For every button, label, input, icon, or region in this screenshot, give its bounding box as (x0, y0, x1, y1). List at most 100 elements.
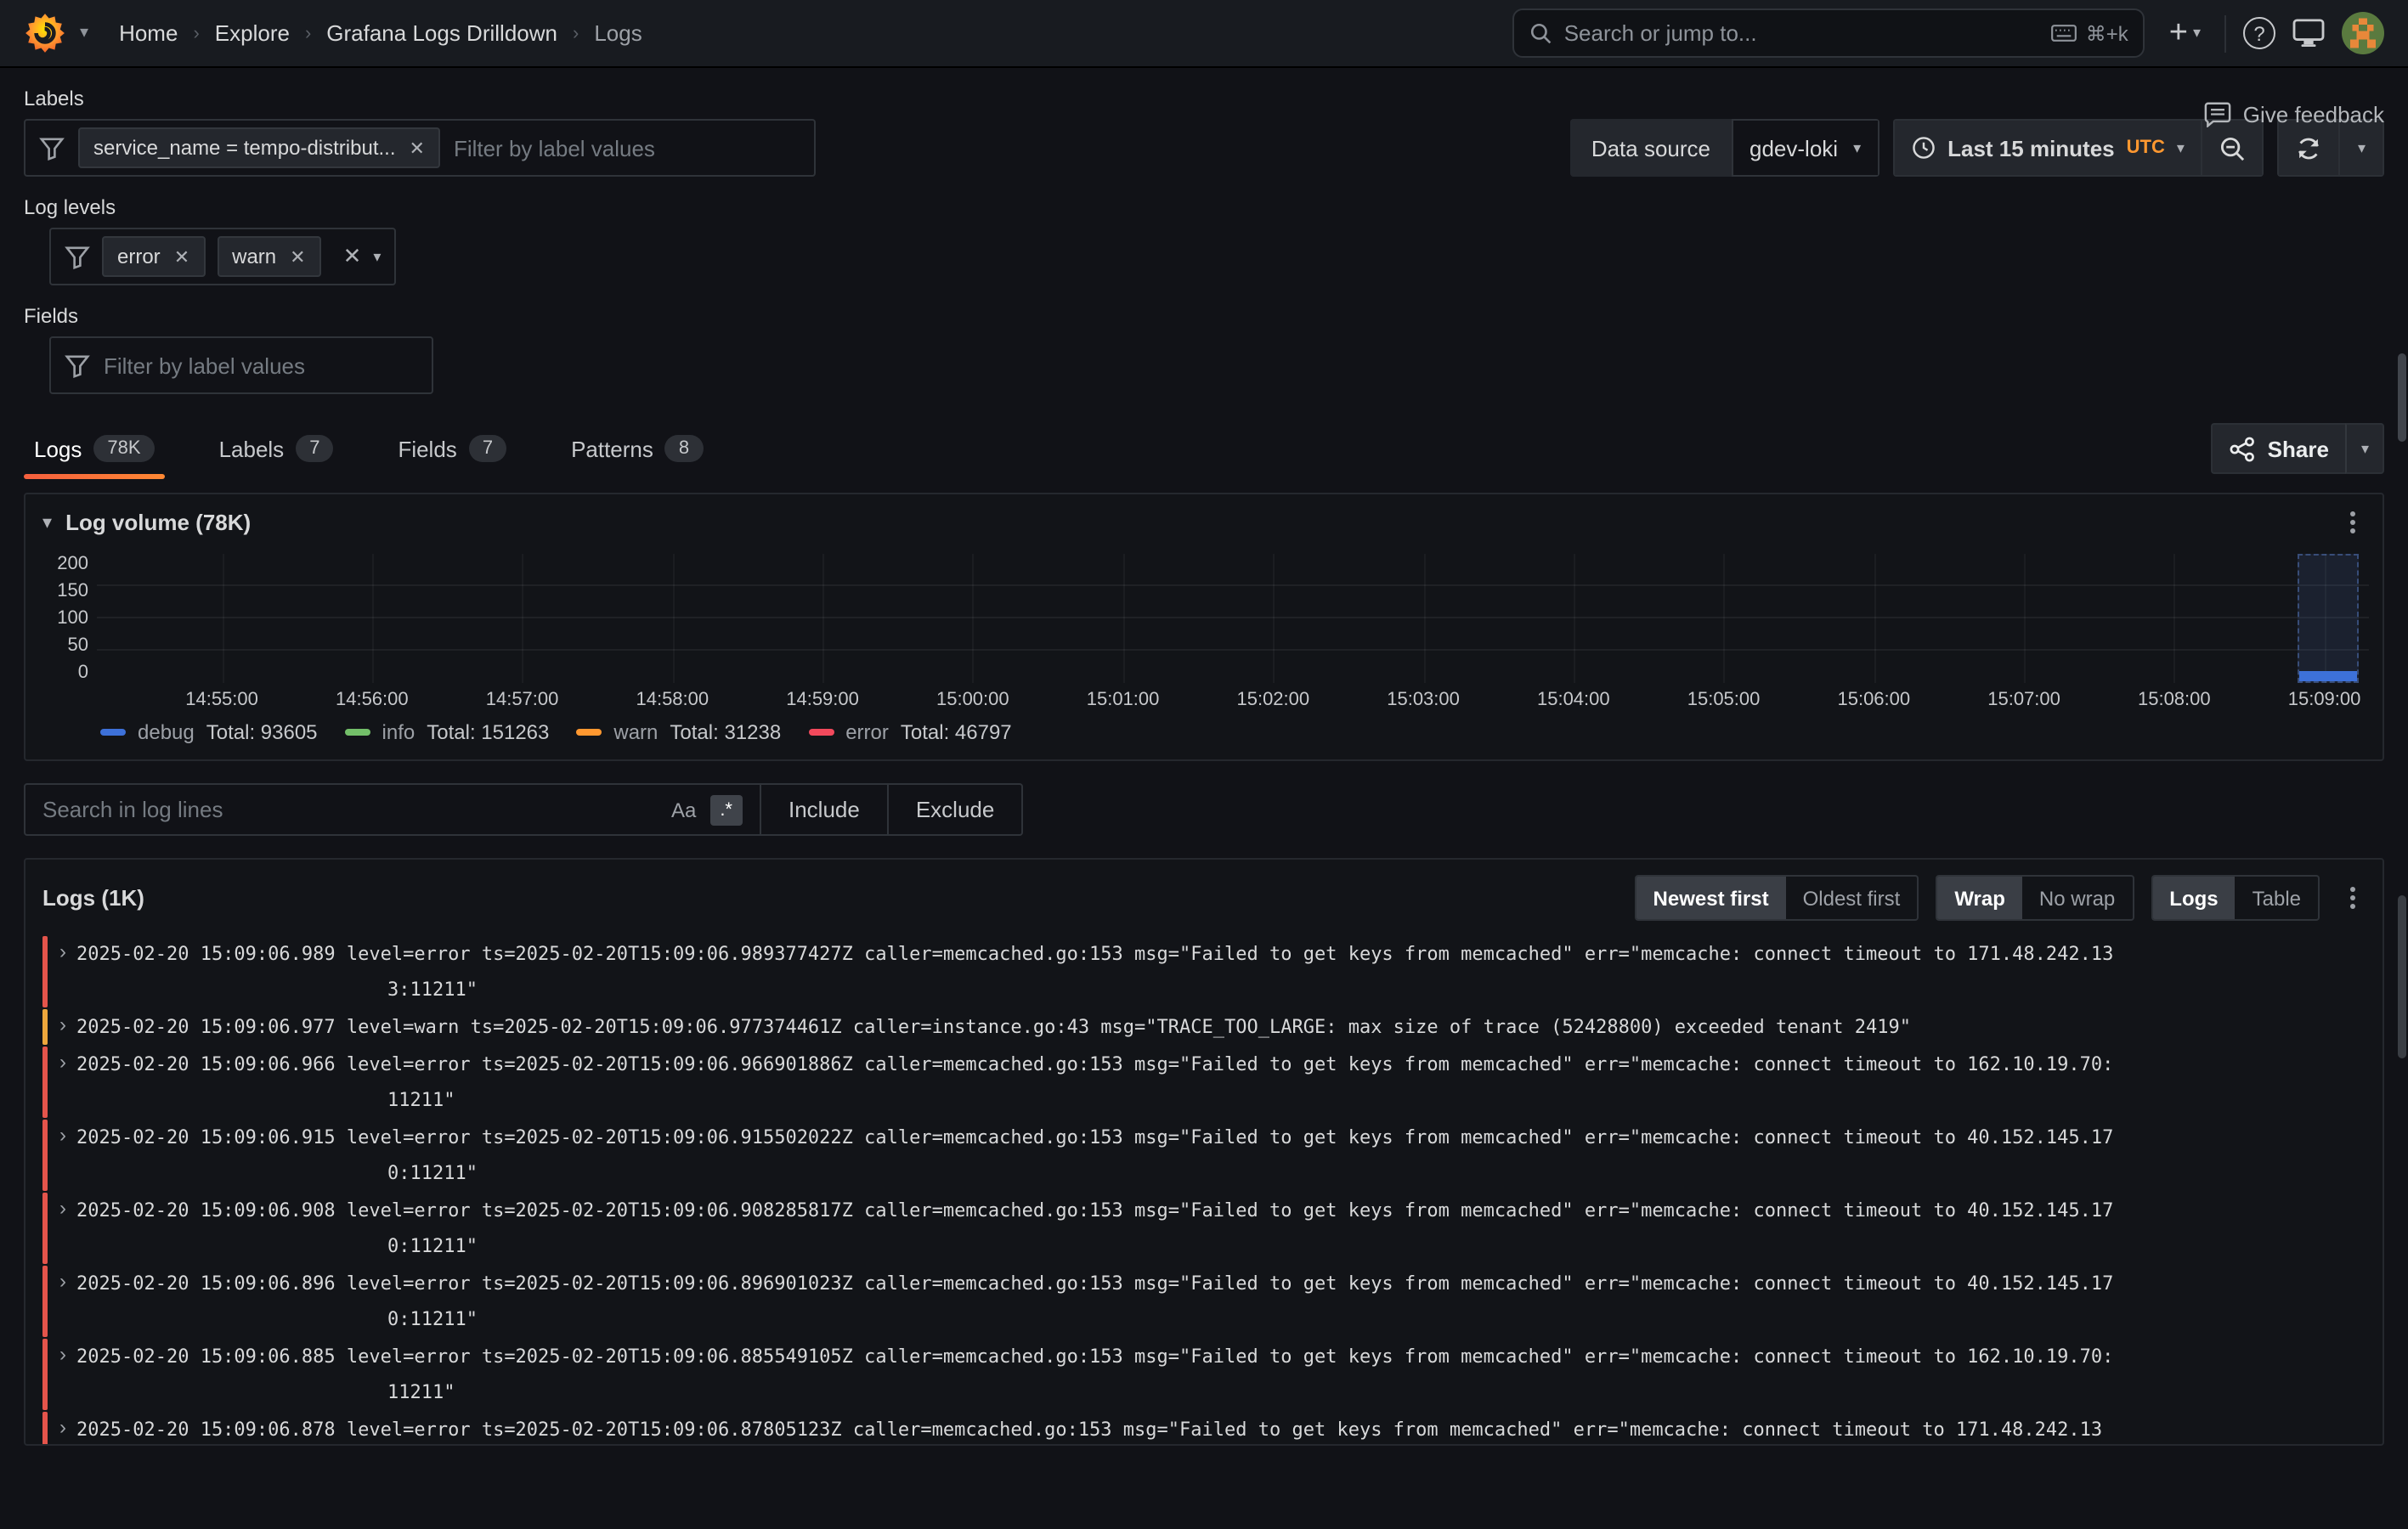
give-feedback-button[interactable]: Give feedback (2204, 102, 2384, 127)
time-selection-region[interactable] (2298, 554, 2359, 683)
expand-log-row-icon[interactable]: › (48, 1339, 76, 1410)
labels-filter-placeholder: Filter by label values (454, 135, 655, 161)
log-row[interactable]: ›2025-02-20 15:09:06.908 level=error ts=… (42, 1193, 2383, 1264)
log-volume-chart[interactable]: 200150100500 14:55:0014:56:0014:57:0014:… (25, 544, 2383, 717)
include-exclude-group: Include Exclude (761, 783, 1023, 836)
expand-log-row-icon[interactable]: › (48, 1266, 76, 1337)
chevron-down-icon[interactable]: ▾ (373, 247, 381, 266)
data-source-select[interactable]: gdev-loki▾ (1731, 119, 1879, 177)
clear-levels-icon[interactable]: ✕ (343, 243, 362, 270)
breadcrumb-item-logs[interactable]: Logs (594, 20, 642, 46)
remove-label-chip-icon[interactable]: ✕ (410, 137, 425, 159)
grafana-logs-drilldown-page: ▾ Home › Explore › Grafana Logs Drilldown › Lo… (0, 0, 2408, 1529)
log-lines-search-input[interactable]: Search in log lines Aa .* (24, 783, 761, 836)
legend-item-debug[interactable]: debugTotal: 93605 (100, 720, 318, 744)
nav-divider (2224, 14, 2226, 52)
refresh-button[interactable] (2278, 119, 2339, 177)
log-row[interactable]: ›2025-02-20 15:09:06.977 level=warn ts=2… (42, 1009, 2383, 1045)
log-levels-filter[interactable]: error✕ warn✕ ✕ ▾ (49, 228, 396, 285)
chevron-right-icon: › (193, 23, 199, 43)
expand-log-row-icon[interactable]: › (48, 1009, 76, 1045)
refresh-interval-dropdown[interactable]: ▾ (2339, 119, 2384, 177)
filter-icon (65, 244, 90, 269)
breadcrumb-item-explore[interactable]: Explore (215, 20, 290, 46)
logs-panel-menu-icon[interactable] (2340, 883, 2366, 912)
remove-level-chip-icon[interactable]: ✕ (174, 245, 189, 268)
breadcrumb-item-home[interactable]: Home (119, 20, 178, 46)
log-volume-title: Log volume (78K) (65, 510, 251, 535)
log-row[interactable]: ›2025-02-20 15:09:06.878 level=error ts=… (42, 1412, 2383, 1446)
log-line-text: 2025-02-20 15:09:06.896 level=error ts=2… (76, 1266, 2383, 1337)
view-table[interactable]: Table (2236, 877, 2318, 919)
log-row[interactable]: ›2025-02-20 15:09:06.885 level=error ts=… (42, 1339, 2383, 1410)
log-row[interactable]: ›2025-02-20 15:09:06.989 level=error ts=… (42, 936, 2383, 1007)
log-search-placeholder: Search in log lines (42, 797, 658, 822)
panel-menu-icon[interactable] (2340, 508, 2366, 537)
logs-panel-title: Logs (1K) (42, 885, 144, 911)
zoom-out-button[interactable] (2202, 119, 2264, 177)
log-row[interactable]: ›2025-02-20 15:09:06.896 level=error ts=… (42, 1266, 2383, 1337)
share-button[interactable]: Share (2212, 423, 2346, 474)
page-scrollbar[interactable] (2398, 0, 2406, 1529)
expand-log-row-icon[interactable]: › (48, 1412, 76, 1446)
regex-toggle[interactable]: .* (709, 794, 743, 825)
news-monitor-icon[interactable] (2292, 19, 2325, 48)
legend-item-info[interactable]: infoTotal: 151263 (345, 720, 550, 744)
filter-icon (39, 135, 65, 161)
legend-item-warn[interactable]: warnTotal: 31238 (576, 720, 781, 744)
log-row[interactable]: ›2025-02-20 15:09:06.915 level=error ts=… (42, 1120, 2383, 1191)
remove-level-chip-icon[interactable]: ✕ (290, 245, 305, 268)
sort-newest-first[interactable]: Newest first (1636, 877, 1786, 919)
breadcrumb: Home›Explore›Grafana Logs Drilldown›Logs (119, 20, 642, 46)
tab-labels[interactable]: Labels7 (209, 435, 344, 479)
legend-swatch (345, 729, 370, 736)
sort-order-toggle: Newest firstOldest first (1635, 875, 1919, 921)
legend-item-error[interactable]: errorTotal: 46797 (808, 720, 1011, 744)
wrap-toggle: WrapNo wrap (1936, 875, 2134, 921)
legend-swatch (576, 729, 602, 736)
sort-oldest-first[interactable]: Oldest first (1786, 877, 1918, 919)
tab-patterns[interactable]: Patterns8 (561, 435, 713, 479)
log-row[interactable]: ›2025-02-20 15:09:06.966 level=error ts=… (42, 1047, 2383, 1118)
log-line-text: 2025-02-20 15:09:06.977 level=warn ts=20… (76, 1009, 2383, 1045)
org-switcher-chevron-icon[interactable]: ▾ (80, 24, 88, 42)
help-icon[interactable]: ? (2243, 17, 2275, 49)
label-filter-chip[interactable]: service_name = tempo-distribut...✕ (78, 127, 440, 168)
tab-logs[interactable]: Logs78K (24, 435, 165, 479)
view-tabs: Logs78K Labels7 Fields7 Patterns8 Share ▾ (24, 421, 2384, 479)
share-dropdown-button[interactable]: ▾ (2346, 423, 2384, 474)
level-chip-error[interactable]: error✕ (102, 236, 205, 277)
expand-log-row-icon[interactable]: › (48, 1047, 76, 1118)
expand-log-row-icon[interactable]: › (48, 1193, 76, 1264)
add-button[interactable]: +▾ (2162, 14, 2207, 52)
search-icon (1530, 22, 1552, 44)
global-search-input[interactable]: Search or jump to... ⌘+k (1513, 8, 2145, 58)
time-range-picker[interactable]: Last 15 minutes UTC ▾ (1893, 119, 2202, 177)
log-line-text: 2025-02-20 15:09:06.989 level=error ts=2… (76, 936, 2383, 1007)
view-logs[interactable]: Logs (2152, 877, 2235, 919)
collapse-panel-icon[interactable]: ▾ (42, 511, 52, 533)
user-avatar[interactable] (2342, 12, 2384, 54)
expand-log-row-icon[interactable]: › (48, 936, 76, 1007)
wrap-wrap[interactable]: Wrap (1937, 877, 2022, 919)
tab-count-badge: 7 (469, 435, 506, 462)
case-sensitivity-toggle[interactable]: Aa (671, 798, 696, 821)
grafana-logo[interactable] (24, 12, 66, 54)
log-line-text: 2025-02-20 15:09:06.885 level=error ts=2… (76, 1339, 2383, 1410)
search-placeholder: Search or jump to... (1564, 20, 2040, 46)
tab-count-badge: 8 (665, 435, 703, 462)
legend-swatch (808, 729, 834, 736)
include-button[interactable]: Include (761, 785, 887, 834)
tab-fields[interactable]: Fields7 (387, 435, 517, 479)
breadcrumb-item-grafana-logs-drilldown[interactable]: Grafana Logs Drilldown (326, 20, 557, 46)
fields-filter-input[interactable]: Filter by label values (49, 336, 433, 394)
share-icon (2230, 436, 2256, 461)
log-line-text: 2025-02-20 15:09:06.966 level=error ts=2… (76, 1047, 2383, 1118)
level-chip-warn[interactable]: warn✕ (217, 236, 320, 277)
expand-log-row-icon[interactable]: › (48, 1120, 76, 1191)
labels-filter-input[interactable]: service_name = tempo-distribut...✕ Filte… (24, 119, 816, 177)
timezone-badge: UTC (2127, 138, 2165, 158)
data-source-label: Data source (1571, 119, 1731, 177)
exclude-button[interactable]: Exclude (889, 785, 1022, 834)
wrap-no-wrap[interactable]: No wrap (2022, 877, 2132, 919)
